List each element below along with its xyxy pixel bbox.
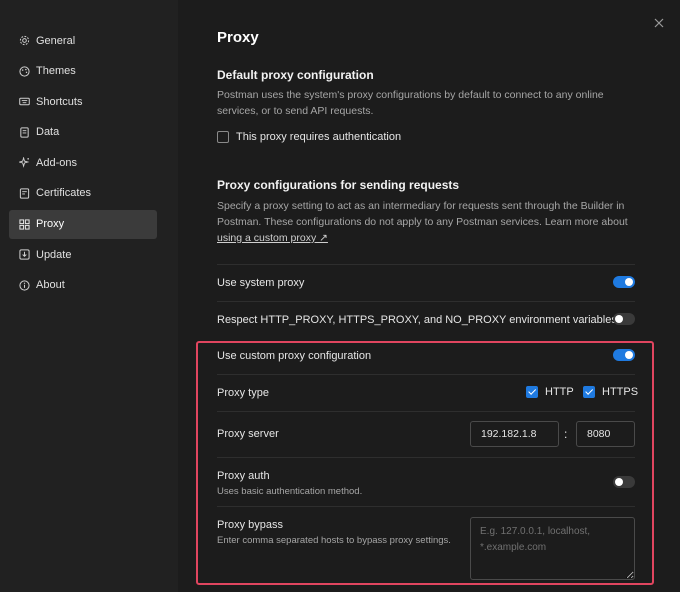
page-title: Proxy (217, 29, 259, 46)
proxy-bypass-label: Proxy bypass (217, 519, 284, 531)
sidebar-item-general[interactable]: General (9, 26, 157, 55)
certificate-icon (18, 187, 30, 199)
https-checkbox-row[interactable]: HTTPS (583, 386, 638, 398)
auth-checkbox-row[interactable]: This proxy requires authentication (217, 131, 401, 143)
http-checkbox-row[interactable]: HTTP (526, 386, 574, 398)
host-port-separator: : (564, 427, 568, 441)
sidebar-item-about[interactable]: About (9, 271, 157, 300)
https-label: HTTPS (602, 386, 639, 398)
proxy-auth-sublabel: Uses basic authentication method. (217, 486, 363, 497)
custom-proxy-link[interactable]: using a custom proxy ↗ (217, 232, 328, 244)
proxy-host-input[interactable] (470, 421, 559, 447)
sidebar-item-shortcuts[interactable]: Shortcuts (9, 87, 157, 116)
auth-checkbox[interactable] (217, 131, 229, 143)
download-icon (18, 249, 30, 261)
sidebar-item-label: Add-ons (36, 156, 77, 169)
https-checkbox[interactable] (583, 386, 595, 398)
default-proxy-heading: Default proxy configuration (217, 68, 374, 82)
proxy-auth-label: Proxy auth (217, 470, 270, 482)
http-checkbox[interactable] (526, 386, 538, 398)
keyboard-icon (18, 96, 30, 108)
sidebar-item-label: General (36, 34, 76, 47)
sidebar-item-themes[interactable]: Themes (9, 57, 157, 86)
proxy-auth-toggle[interactable] (613, 476, 635, 488)
close-icon[interactable] (652, 16, 666, 30)
sidebar-item-label: About (36, 279, 65, 292)
divider (217, 457, 635, 458)
toggle-knob (615, 315, 623, 323)
sidebar-item-proxy[interactable]: Proxy (9, 209, 157, 239)
divider (217, 506, 635, 507)
env-vars-toggle[interactable] (613, 313, 635, 325)
proxy-bypass-input[interactable] (470, 517, 635, 580)
system-proxy-label: Use system proxy (217, 277, 305, 289)
sidebar-item-label: Update (36, 248, 72, 261)
divider (217, 301, 635, 302)
settings-sidebar: General Themes Shortcuts Data Add-ons Ce… (0, 0, 178, 592)
sidebar-item-update[interactable]: Update (9, 240, 157, 269)
sidebar-item-label: Proxy (36, 218, 65, 231)
requests-proxy-description: Specify a proxy setting to act as an int… (217, 200, 628, 244)
proxy-type-label: Proxy type (217, 387, 269, 399)
sidebar-item-data[interactable]: Data (9, 118, 157, 147)
sidebar-item-label: Data (36, 126, 60, 139)
proxy-port-input[interactable] (576, 421, 635, 447)
default-proxy-description: Postman uses the system's proxy configur… (217, 89, 604, 117)
proxy-server-label: Proxy server (217, 428, 279, 440)
sidebar-item-label: Certificates (36, 187, 92, 200)
divider (217, 264, 635, 265)
auth-checkbox-label: This proxy requires authentication (236, 131, 402, 143)
custom-proxy-toggle[interactable] (613, 349, 635, 361)
requests-proxy-heading: Proxy configurations for sending request… (217, 178, 460, 192)
sidebar-item-label: Themes (36, 65, 76, 78)
toggle-knob (625, 278, 633, 286)
info-icon (18, 279, 30, 291)
sidebar-item-label: Shortcuts (36, 95, 83, 108)
settings-main-panel: Proxy Default proxy configuration Postma… (178, 0, 680, 592)
sidebar-item-add-ons[interactable]: Add-ons (9, 148, 157, 177)
gear-icon (18, 35, 30, 47)
divider (217, 374, 635, 375)
palette-icon (18, 65, 30, 77)
custom-proxy-label: Use custom proxy configuration (217, 350, 372, 362)
http-label: HTTP (545, 386, 574, 398)
env-vars-label: Respect HTTP_PROXY, HTTPS_PROXY, and NO_… (217, 314, 617, 326)
divider (217, 411, 635, 412)
data-icon (18, 126, 30, 138)
system-proxy-toggle[interactable] (613, 276, 635, 288)
proxy-icon (18, 218, 30, 230)
sidebar-item-certificates[interactable]: Certificates (9, 179, 157, 208)
toggle-knob (615, 478, 623, 486)
toggle-knob (625, 351, 633, 359)
sparkle-icon (18, 157, 30, 169)
proxy-bypass-sublabel: Enter comma separated hosts to bypass pr… (217, 535, 451, 546)
